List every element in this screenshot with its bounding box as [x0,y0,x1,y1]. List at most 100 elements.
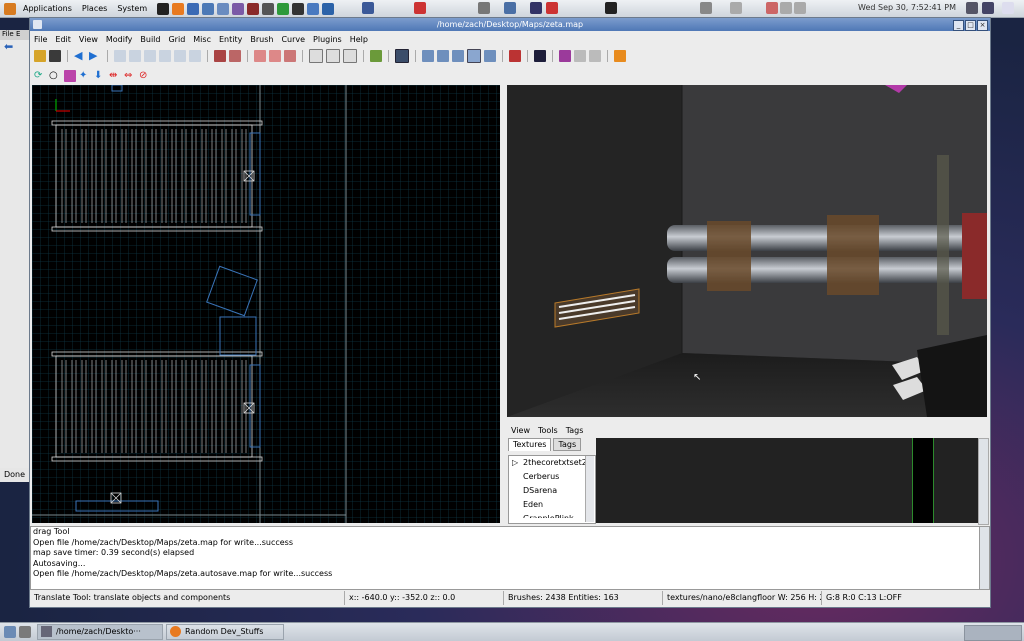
rotate-x-icon[interactable] [129,50,141,62]
tree-item[interactable]: Eden [509,498,595,512]
show-desktop-icon[interactable] [4,626,16,638]
launcher-icon[interactable] [232,2,245,15]
refresh-icon[interactable] [614,50,626,62]
places-menu[interactable]: Places [82,4,107,13]
open-icon[interactable] [34,50,46,62]
launcher-icon[interactable] [157,2,170,15]
minimize-icon[interactable]: _ [953,20,964,31]
view-icon[interactable] [343,49,357,63]
shader-icon[interactable] [559,50,571,62]
flip-z-icon[interactable] [174,50,186,62]
select-complete-icon[interactable] [284,50,296,62]
plugin-down-icon[interactable]: ⬇ [94,70,106,82]
clock[interactable]: Wed Sep 30, 7:52:41 PM [858,3,956,12]
window-menu-icon[interactable] [33,20,42,29]
filter-icon[interactable] [589,50,601,62]
expander-icon[interactable]: ▷ [512,456,518,470]
launcher-icon[interactable] [202,2,215,15]
console-scrollbar[interactable] [979,526,990,590]
flip-x-icon[interactable] [114,50,126,62]
rotate-y-icon[interactable] [159,50,171,62]
launcher-icon[interactable] [187,2,200,15]
menu-entity[interactable]: Entity [219,35,242,44]
select-touching-icon[interactable] [254,50,266,62]
drag-icon[interactable] [467,49,481,63]
tree-item[interactable]: ▷ 2thecoretxtset2 [509,456,595,470]
launcher-icon[interactable] [700,2,712,14]
plugin-icon[interactable] [64,70,76,82]
menu-help[interactable]: Help [350,35,368,44]
task-firefox[interactable]: Random Dev_Stuffs [166,624,284,640]
launcher-icon[interactable] [478,2,490,14]
camera-canvas[interactable]: ↖ [507,85,987,417]
system-menu[interactable]: System [117,4,147,13]
camera-view[interactable]: ↖ [507,85,987,417]
volume-icon[interactable] [982,2,994,14]
launcher-icon[interactable] [530,2,542,14]
view-change-icon[interactable] [326,49,340,63]
csg-subtract-icon[interactable] [214,50,226,62]
texture-tree-scrollbar[interactable] [585,456,594,522]
texture-scrollbar[interactable] [978,438,989,525]
menu-view[interactable]: View [79,35,98,44]
menu-plugins[interactable]: Plugins [313,35,342,44]
tex-menu-tools[interactable]: Tools [538,426,558,435]
menu-modify[interactable]: Modify [106,35,133,44]
workspace-icon[interactable] [19,626,31,638]
printer-icon[interactable] [730,2,742,14]
menu-misc[interactable]: Misc [193,35,211,44]
launcher-icon[interactable] [217,2,230,15]
console[interactable]: drag Tool Open file /home/zach/Desktop/M… [30,526,981,590]
filezilla-icon[interactable] [546,2,558,14]
launcher-icon[interactable] [307,2,320,15]
launcher-icon[interactable] [277,2,290,15]
tree-item[interactable]: GrapplePlink [509,512,595,518]
facebook-icon[interactable] [362,2,374,14]
firefox-icon[interactable] [172,2,185,15]
network-icon[interactable] [966,2,978,14]
launcher-icon[interactable] [504,2,516,14]
plugin-icon[interactable]: ✦ [79,70,91,82]
tree-item[interactable]: DSarena [509,484,595,498]
tex-menu-tags[interactable]: Tags [566,426,584,435]
applications-menu[interactable]: Applications [23,4,72,13]
launcher-icon[interactable] [322,2,335,15]
tex-menu-view[interactable]: View [511,426,530,435]
translate-icon[interactable] [422,50,434,62]
gmail-icon[interactable] [414,2,426,14]
workspace-switcher[interactable] [964,625,1022,641]
background-browser-window[interactable]: File E ⬅ [0,30,31,482]
texture-lock-icon[interactable] [534,50,546,62]
tab-tags[interactable]: Tags [553,438,582,451]
save-icon[interactable] [49,50,61,62]
plugin-merge-icon[interactable]: ⇔ [124,70,136,82]
menu-curve[interactable]: Curve [281,35,305,44]
bug-icon[interactable] [605,2,617,14]
redo-icon[interactable]: ▶ [89,50,101,62]
entity-icon[interactable] [370,50,382,62]
tree-item[interactable]: Cerberus [509,470,595,484]
menu-grid[interactable]: Grid [168,35,185,44]
rotate-z-icon[interactable] [189,50,201,62]
menu-build[interactable]: Build [140,35,160,44]
patch-icon[interactable] [509,50,521,62]
menu-edit[interactable]: Edit [55,35,71,44]
select-inside-icon[interactable] [269,50,281,62]
maximize-icon[interactable]: □ [965,20,976,31]
tray-icon[interactable] [766,2,778,14]
plugin-split-icon[interactable]: ⇹ [109,70,121,82]
clipper-icon[interactable] [309,49,323,63]
ortho-canvas[interactable] [32,85,500,523]
texture-browser[interactable] [596,438,978,523]
menu-brush[interactable]: Brush [250,35,273,44]
tab-textures[interactable]: Textures [508,438,552,451]
light-icon[interactable] [574,50,586,62]
gnome-foot-icon[interactable] [4,2,16,15]
tray-icon[interactable] [794,2,806,14]
texture-thumbnail[interactable] [912,438,934,523]
scale-icon[interactable] [452,50,464,62]
launcher-icon[interactable] [247,2,260,15]
plugin-cycle-icon[interactable]: ⟳ [34,70,46,82]
launcher-icon[interactable] [292,2,305,15]
ortho-view[interactable] [32,85,500,523]
